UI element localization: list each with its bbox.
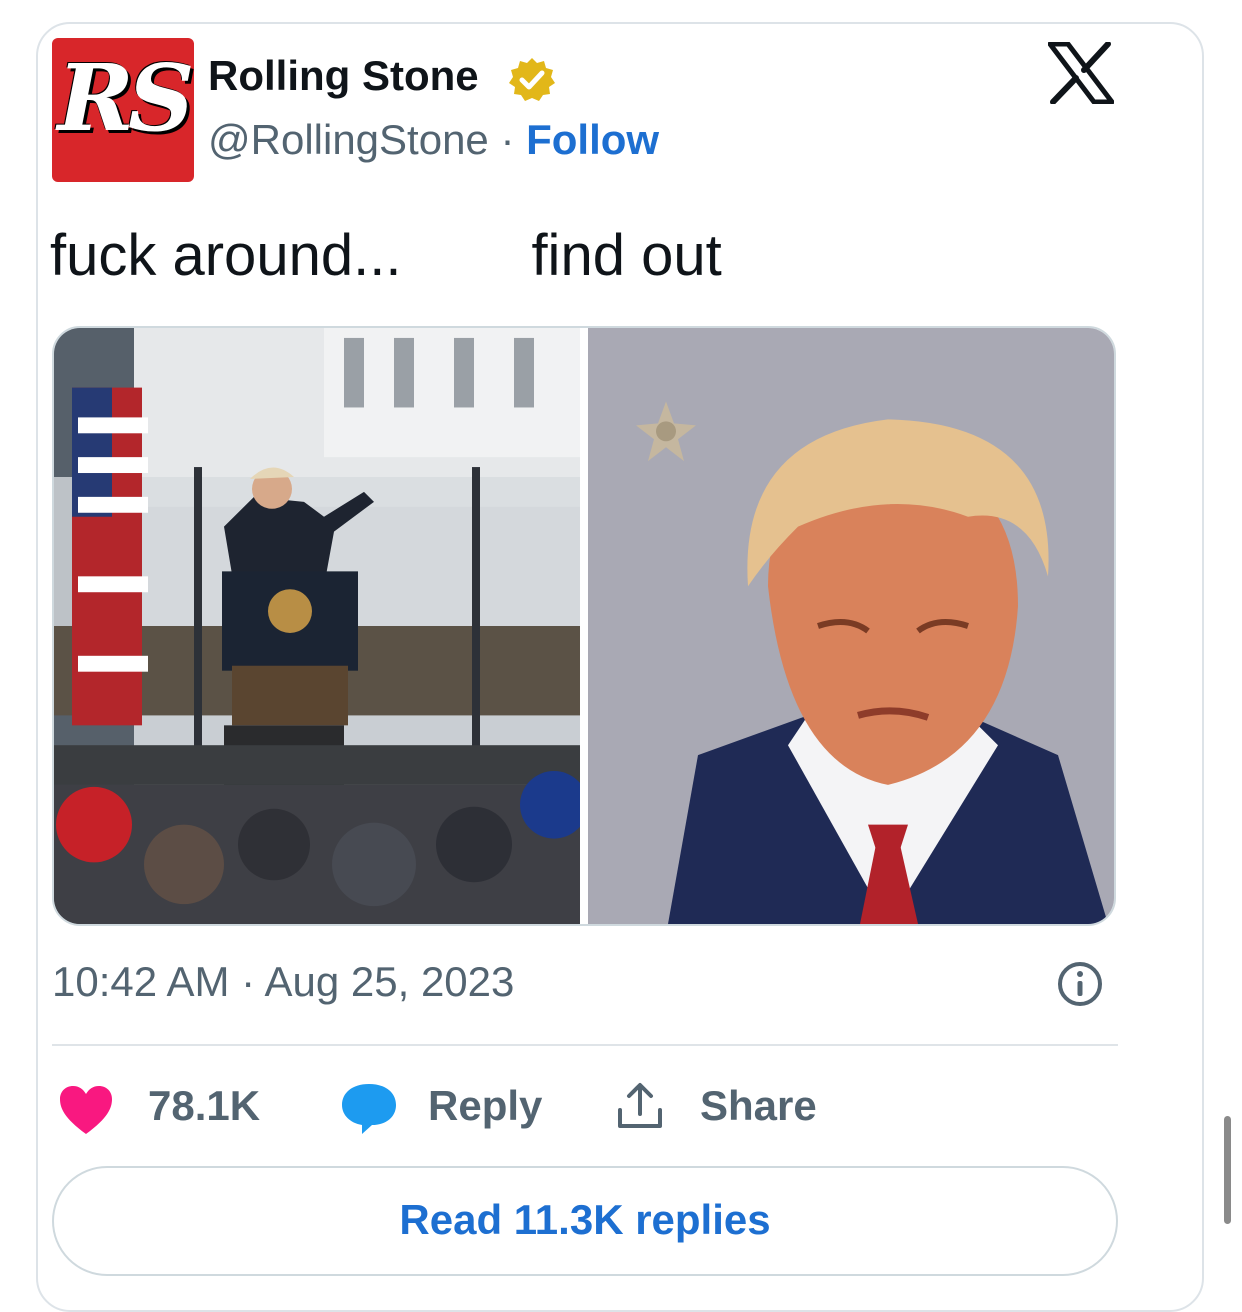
author-handle[interactable]: @RollingStone <box>208 116 489 163</box>
divider <box>52 1044 1118 1046</box>
like-count[interactable]: 78.1K <box>148 1082 260 1130</box>
handle-separator: · <box>488 116 527 163</box>
media-grid <box>52 326 1116 926</box>
x-logo-icon[interactable] <box>1048 42 1114 104</box>
rally-photo[interactable] <box>54 328 580 924</box>
tweet-time: 10:42 AM <box>52 958 230 1005</box>
share-button[interactable]: Share <box>700 1082 817 1130</box>
booking-photo[interactable] <box>588 328 1116 924</box>
tweet-text-part1: fuck around... <box>50 223 402 288</box>
tweet-text-part2: find out <box>531 223 722 288</box>
reply-bubble-icon[interactable] <box>340 1082 398 1134</box>
avatar-logo-text: RS <box>57 44 194 152</box>
heart-icon[interactable] <box>58 1084 114 1136</box>
tweet-text: fuck around... find out <box>50 222 722 289</box>
verified-badge-icon <box>509 58 555 101</box>
handle-row: @RollingStone · Follow <box>208 116 659 164</box>
time-separator: · <box>229 958 265 1005</box>
reply-button[interactable]: Reply <box>428 1082 542 1130</box>
timestamp[interactable]: 10:42 AM · Aug 25, 2023 <box>52 958 514 1006</box>
tweet-date: Aug 25, 2023 <box>264 958 515 1005</box>
info-icon[interactable] <box>1056 960 1104 1008</box>
avatar[interactable]: RS <box>52 38 194 182</box>
author-name[interactable]: Rolling Stone <box>208 52 479 100</box>
follow-button[interactable]: Follow <box>526 116 659 163</box>
scrollbar[interactable] <box>1224 1116 1231 1224</box>
share-icon[interactable] <box>614 1080 666 1132</box>
read-replies-button[interactable]: Read 11.3K replies <box>52 1166 1118 1276</box>
